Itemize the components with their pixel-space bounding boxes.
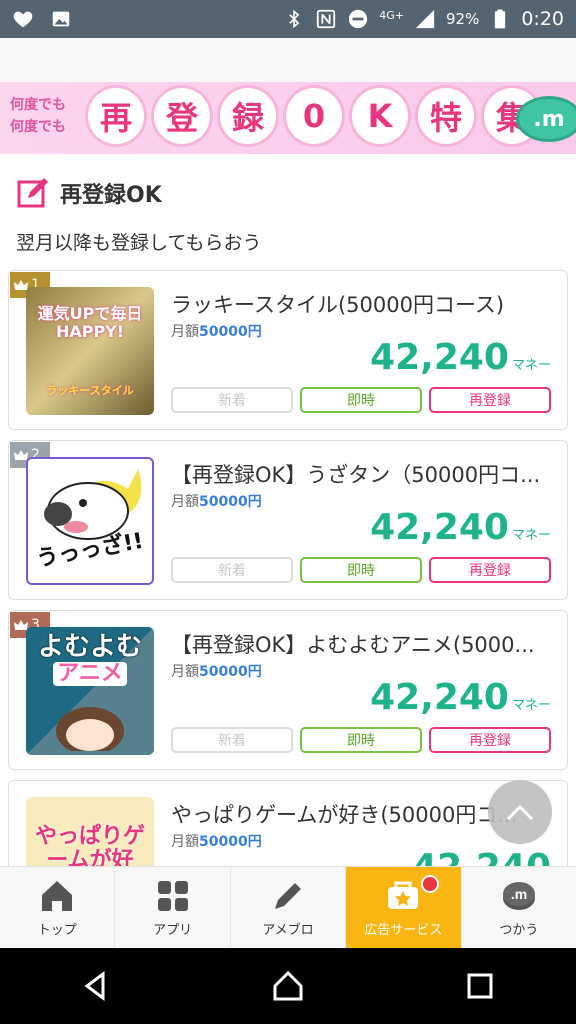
offer-card[interactable]: 2 うっっざ!! 【再登録OK】うざタン（50000円コ... 月額50000円… [8,440,568,600]
offer-price: 月額50000円 [171,834,262,850]
chevron-up-icon [506,804,534,821]
nav-ameblo[interactable]: アメブロ [231,867,347,948]
offer-thumbnail: 運気UPで毎日HAPPY! ラッキースタイル [26,287,154,415]
offer-thumbnail: うっっざ!! [26,457,154,585]
recents-icon[interactable] [463,969,497,1003]
notification-dot [420,875,439,893]
tag-re-register: 再登録 [429,387,551,413]
clock: 0:20 [521,8,564,30]
offer-thumbnail: やっぱりゲームが好き! [26,797,154,866]
scroll-top-button[interactable] [488,780,552,844]
offer-card[interactable]: やっぱりゲームが好き! やっぱりゲームが好き(50000円コ... 月額5000… [8,780,568,866]
main-content: 再登録OK 翌月以降も登録してもらおう 1 運気UPで毎日HAPPY! ラッキー… [0,154,576,866]
reward-money: 42,240 マネー [370,677,551,718]
anime-girl-illustration [56,707,124,751]
offer-card[interactable]: 1 運気UPで毎日HAPPY! ラッキースタイル ラッキースタイル(50000円… [8,270,568,430]
status-bar: 4G+ 92% 0:20 [0,0,576,38]
nav-use[interactable]: .m つかう [462,867,576,948]
battery-percent: 92% [445,10,480,28]
tag-new: 新着 [171,727,293,753]
nfc-icon [315,8,337,30]
home-button-icon[interactable] [271,969,305,1003]
pencil-icon [275,883,302,909]
banner-small-text: 何度でも 何度でも [10,97,66,135]
money-coin-icon: .m [516,96,576,142]
offer-title: 【再登録OK】よむよむアニメ(5000... [171,633,535,657]
section-subtitle: 翌月以降も登録してもらおう [16,232,262,254]
header-space [0,38,576,82]
network-type: 4G+ [379,8,404,22]
offer-tags: 新着 即時 再登録 [171,727,551,753]
reward-money: 42,240 マネー [370,507,551,548]
tag-instant: 即時 [300,387,422,413]
reward-money: 42,240 マネー [370,337,551,378]
offer-price: 月額50000円 [171,494,262,510]
home-icon [42,881,73,911]
image-icon [50,8,72,30]
offer-price: 月額50000円 [171,324,262,340]
bottom-nav: トップ アプリ アメブロ 広告サービス .m つかう [0,866,576,948]
offer-price: 月額50000円 [171,664,262,680]
tag-new: 新着 [171,557,293,583]
banner-title: 再 登 録 0 K 特 集 [88,88,540,144]
signal-icon [414,8,436,30]
tag-new: 新着 [171,387,293,413]
bluetooth-icon [283,8,305,30]
nav-top[interactable]: トップ [0,867,116,948]
tag-re-register: 再登録 [429,557,551,583]
re-register-banner[interactable]: 何度でも 何度でも 再 登 録 0 K 特 集 .m [0,82,576,154]
tag-instant: 即時 [300,727,422,753]
offer-card[interactable]: 3 よむよむ アニメ 【再登録OK】よむよむアニメ(5000... 月額5000… [8,610,568,770]
back-icon[interactable] [79,969,113,1003]
offer-thumbnail: よむよむ アニメ [26,627,154,755]
do-not-disturb-icon [347,8,369,30]
offer-title: ラッキースタイル(50000円コース) [171,293,505,317]
svg-text:.m: .m [511,886,527,902]
reward-money: 42,240 [412,847,551,866]
offer-tags: 新着 即時 再登録 [171,387,551,413]
section-title: 再登録OK [60,183,162,208]
section-header: 再登録OK [16,176,162,210]
heart-icon [12,8,34,30]
offer-title: 【再登録OK】うざタン（50000円コ... [171,463,541,487]
edit-icon [17,178,48,208]
screen: 4G+ 92% 0:20 何度でも 何度でも 再 登 録 0 K 特 集 .m [0,0,576,1024]
tag-re-register: 再登録 [429,727,551,753]
offer-tags: 新着 即時 再登録 [171,557,551,583]
battery-icon [489,8,511,30]
nav-ad-service[interactable]: 広告サービス [346,867,462,948]
tag-instant: 即時 [300,557,422,583]
system-nav-bar [0,948,576,1024]
ad-service-icon [388,881,419,909]
money-coin-icon: .m [502,882,535,910]
apps-grid-icon [157,881,188,911]
nav-apps[interactable]: アプリ [115,867,231,948]
